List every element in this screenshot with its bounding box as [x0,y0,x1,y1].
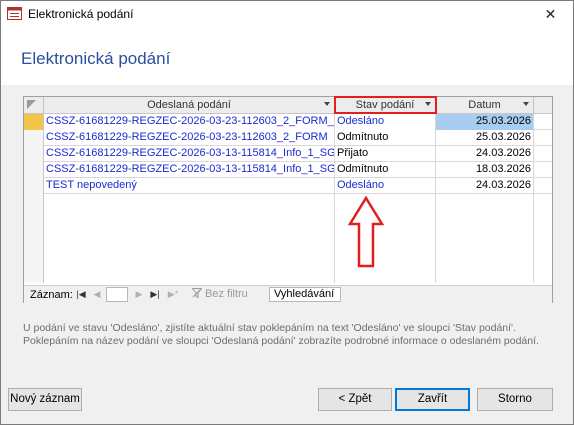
new-record-button[interactable]: Nový záznam [8,388,82,411]
column-header-odeslana-podani[interactable]: Odeslaná podání [44,97,335,114]
cell-date[interactable]: 25.03.2026 [436,114,534,130]
empty-cell[interactable] [436,194,534,283]
filter-icon [192,288,202,298]
cell-date[interactable]: 24.03.2026 [436,146,534,162]
annotation-up-arrow-icon [348,196,384,268]
close-icon: ✕ [544,5,557,22]
help-text-line: Poklepáním na název podání ve sloupci 'O… [23,335,539,347]
select-all-corner[interactable] [24,97,44,114]
cell-status[interactable]: Odesláno [335,114,436,130]
back-button[interactable]: < Zpět [318,388,392,411]
table-row[interactable]: TEST nepovedený Odesláno 24.03.2026 [24,178,552,194]
cell-date[interactable]: 25.03.2026 [436,130,534,146]
annotation-highlight-box [334,96,437,114]
title-bar: Elektronická podání ✕ [1,1,573,27]
first-record-icon[interactable]: |◀ [74,288,88,301]
dropdown-arrow-icon[interactable] [324,102,330,106]
new-record-row[interactable] [24,194,552,283]
cell-submission-name[interactable]: TEST nepovedený [44,178,335,194]
row-selector[interactable] [24,194,44,283]
cell-submission-name[interactable]: CSSZ-61681229-REGZEC-2026-03-23-112603_2… [44,114,335,130]
next-record-icon[interactable]: ▶ [132,288,146,301]
record-number-input[interactable] [106,287,128,302]
cancel-button[interactable]: Storno [477,388,553,411]
last-record-icon[interactable]: ▶| [148,288,162,301]
table-row[interactable]: CSSZ-61681229-REGZEC-2026-03-13-115814_I… [24,162,552,178]
record-navigator: Záznam: |◀ ◀ ▶ ▶| ▶* Bez filtru Vyhledáv… [24,285,552,303]
help-text: U podání ve stavu 'Odesláno', zjistíte a… [23,322,558,348]
search-input[interactable]: Vyhledávání [269,287,341,302]
datasheet-grid: Odeslaná podání Stav podání Datum CSSZ-6… [24,97,552,283]
header-filler [534,97,552,114]
cell-submission-name[interactable]: CSSZ-61681229-REGZEC-2026-03-13-115814_I… [44,146,335,162]
prev-record-icon[interactable]: ◀ [90,288,104,301]
cell-status[interactable]: Odmítnuto [335,162,436,178]
dialog-window: Elektronická podání ✕ Elektronická podán… [0,0,574,425]
close-button[interactable]: Zavřít [395,388,470,411]
column-header-datum[interactable]: Datum [436,97,534,114]
row-selector[interactable] [24,162,44,178]
close-window-button[interactable]: ✕ [528,1,573,27]
cell-date[interactable]: 18.03.2026 [436,162,534,178]
column-header-label: Datum [468,99,501,111]
no-filter-button[interactable]: Bez filtru [192,288,248,300]
table-row[interactable]: CSSZ-61681229-REGZEC-2026-03-23-112603_2… [24,130,552,146]
form-app-icon [7,7,22,20]
cell-status[interactable]: Odmítnuto [335,130,436,146]
new-record-icon[interactable]: ▶* [166,288,180,301]
page-title: Elektronická podání [21,49,171,68]
help-text-line: U podání ve stavu 'Odesláno', zjistíte a… [23,322,516,334]
row-selector[interactable] [24,178,44,194]
table-row[interactable]: CSSZ-61681229-REGZEC-2026-03-13-115814_I… [24,146,552,162]
row-selector[interactable] [24,114,44,130]
empty-cell[interactable] [44,194,335,283]
record-label: Záznam: [30,289,73,301]
cell-submission-name[interactable]: CSSZ-61681229-REGZEC-2026-03-13-115814_I… [44,162,335,178]
cell-status[interactable]: Odesláno [335,178,436,194]
column-header-label: Odeslaná podání [147,99,231,111]
no-filter-label: Bez filtru [205,288,248,300]
dropdown-arrow-icon[interactable] [523,102,529,106]
row-selector[interactable] [24,130,44,146]
cell-submission-name[interactable]: CSSZ-61681229-REGZEC-2026-03-23-112603_2… [44,130,335,146]
submissions-datasheet: Odeslaná podání Stav podání Datum CSSZ-6… [23,96,553,303]
row-selector[interactable] [24,146,44,162]
cell-status[interactable]: Přijato [335,146,436,162]
window-title: Elektronická podání [28,7,134,21]
table-row[interactable]: CSSZ-61681229-REGZEC-2026-03-23-112603_2… [24,114,552,130]
cell-date[interactable]: 24.03.2026 [436,178,534,194]
